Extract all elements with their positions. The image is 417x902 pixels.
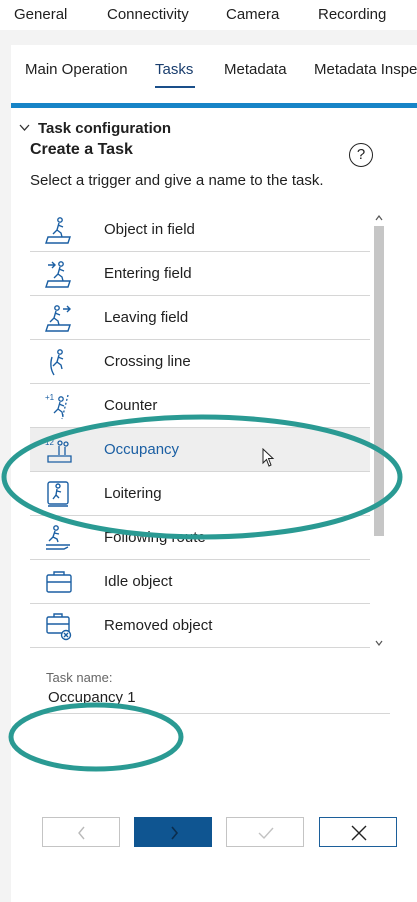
list-item-label: Entering field xyxy=(104,265,192,282)
scroll-down-icon[interactable] xyxy=(372,637,386,649)
svg-text:+1: +1 xyxy=(45,393,55,402)
tab-connectivity[interactable]: Connectivity xyxy=(107,6,189,23)
list-item-label: Loitering xyxy=(104,485,162,502)
task-name-label: Task name: xyxy=(46,670,113,685)
tab-general[interactable]: General xyxy=(14,6,67,23)
list-item-label: Removed object xyxy=(104,617,213,634)
occupancy-icon: 12 xyxy=(45,438,72,463)
list-item[interactable]: Removed object xyxy=(30,604,370,648)
top-tab-bar: General Connectivity Camera Recording xyxy=(0,0,417,30)
following-route-icon xyxy=(46,525,70,550)
tab-tasks[interactable]: Tasks xyxy=(155,61,193,78)
back-button[interactable] xyxy=(42,817,120,847)
list-item-selected[interactable]: 12 Occupancy xyxy=(30,428,370,472)
svg-text:12: 12 xyxy=(45,438,54,447)
scrollbar-thumb[interactable] xyxy=(374,226,384,536)
chevron-down-icon xyxy=(19,124,30,131)
list-item[interactable]: +1 Counter xyxy=(30,384,370,428)
list-item-label: Idle object xyxy=(104,573,173,590)
tab-main-operation[interactable]: Main Operation xyxy=(25,61,128,78)
loitering-icon xyxy=(47,481,69,507)
counter-icon: +1 xyxy=(45,393,69,420)
list-item[interactable]: Crossing line xyxy=(30,340,370,384)
chevron-left-icon xyxy=(78,826,85,840)
list-item[interactable]: Entering field xyxy=(30,252,370,296)
section-title: Task configuration xyxy=(38,120,172,137)
mouse-cursor-icon xyxy=(262,448,275,467)
list-item-label: Counter xyxy=(104,397,158,414)
finish-button[interactable] xyxy=(226,817,304,847)
scroll-up-icon[interactable] xyxy=(372,212,386,224)
tab-camera[interactable]: Camera xyxy=(226,6,279,23)
entering-field-icon xyxy=(45,261,71,288)
create-task-title: Create a Task xyxy=(30,141,133,158)
task-name-input[interactable] xyxy=(48,689,348,706)
removed-object-icon xyxy=(46,613,72,641)
list-item-label: Object in field xyxy=(104,221,195,238)
next-button[interactable] xyxy=(134,817,212,847)
list-item[interactable]: Following route xyxy=(30,516,370,560)
list-item[interactable]: Object in field xyxy=(30,208,370,252)
list-item[interactable]: Leaving field xyxy=(30,296,370,340)
close-button[interactable] xyxy=(319,817,397,847)
list-item-label: Following route xyxy=(104,529,206,546)
idle-object-icon xyxy=(46,571,72,593)
list-item-label: Crossing line xyxy=(104,353,191,370)
task-name-field: Task name: xyxy=(30,658,390,714)
tab-metadata-inspection[interactable]: Metadata Inspe xyxy=(314,61,417,78)
list-item[interactable]: Idle object xyxy=(30,560,370,604)
task-trigger-list: Object in field Entering field Leaving f… xyxy=(30,208,370,652)
list-item-label: Occupancy xyxy=(104,441,180,458)
tab-metadata[interactable]: Metadata xyxy=(224,61,287,78)
check-icon xyxy=(258,827,274,840)
help-icon[interactable]: ? xyxy=(349,143,373,167)
chevron-right-icon xyxy=(171,826,179,840)
tab-recording[interactable]: Recording xyxy=(318,6,386,23)
list-scrollbar[interactable] xyxy=(372,212,386,650)
object-in-field-icon xyxy=(45,217,71,244)
create-task-subtitle: Select a trigger and give a name to the … xyxy=(30,172,324,189)
list-item-label: Leaving field xyxy=(104,309,189,326)
active-tab-indicator xyxy=(155,86,195,88)
list-item[interactable]: Loitering xyxy=(30,472,370,516)
leaving-field-icon xyxy=(45,305,71,332)
crossing-line-icon xyxy=(50,349,64,376)
app-root: General Connectivity Camera Recording Ma… xyxy=(0,0,417,902)
close-icon xyxy=(351,825,367,841)
